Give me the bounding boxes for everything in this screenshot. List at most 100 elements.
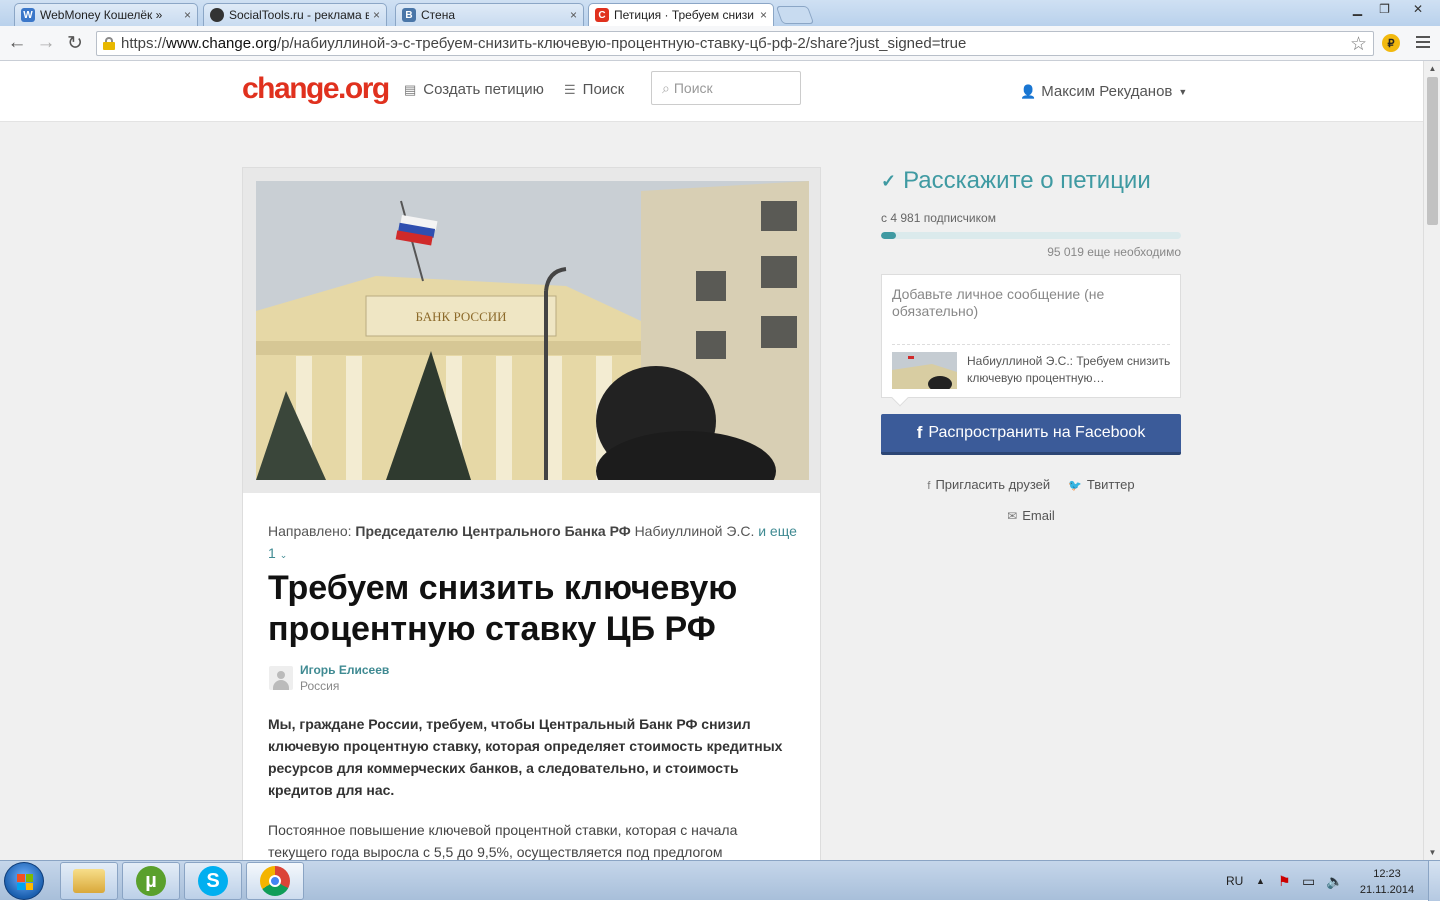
document-icon: ▤ — [404, 81, 417, 97]
search-icon: ⌕ — [662, 79, 670, 96]
directed-prefix: Направлено: — [268, 523, 352, 539]
twitter-link[interactable]: 🐦 Твиттер — [1068, 477, 1134, 492]
browser-tab-strip: W WebMoney Кошелёк » × SocialTools.ru - … — [0, 0, 1440, 26]
tab-label: WebMoney Кошелёк » — [40, 8, 163, 22]
chevron-down-icon: ▼ — [1178, 86, 1188, 97]
restore-icon[interactable]: ❐ — [1371, 0, 1398, 18]
progress-fill — [881, 232, 896, 239]
share-panel: ✓ Расскажите о петиции с 4 981 подписчик… — [881, 167, 1181, 523]
share-facebook-button[interactable]: f Распространить на Facebook — [881, 414, 1181, 455]
browse-label: Поиск — [582, 81, 625, 98]
forward-icon[interactable]: → — [35, 32, 57, 54]
petition-lead: Мы, граждане России, требуем, чтобы Цент… — [268, 716, 783, 798]
language-indicator[interactable]: RU — [1226, 861, 1243, 901]
start-button[interactable] — [4, 862, 44, 900]
share-heading: ✓ Расскажите о петиции — [881, 167, 1181, 195]
extension-ruble-icon[interactable]: ₽ — [1382, 34, 1400, 52]
bookmark-star-icon[interactable]: ☆ — [1350, 33, 1367, 56]
site-header: change.org ▤ Создать петицию ☰ Поиск ⌕ П… — [0, 61, 1423, 122]
browser-menu-icon[interactable] — [1416, 36, 1430, 51]
check-icon: ✓ — [881, 170, 897, 191]
alternative-share-links: f Пригласить друзей 🐦 Твиттер — [881, 477, 1181, 492]
user-menu[interactable]: 👤 Максим Рекуданов ▼ — [1020, 83, 1187, 100]
signature-count: с 4 981 подписчиком — [881, 211, 996, 225]
scroll-up-icon[interactable]: ▲ — [1424, 61, 1440, 76]
reload-icon[interactable]: ↻ — [64, 32, 86, 54]
chevron-down-icon: ⌄ — [279, 550, 288, 560]
address-bar[interactable]: https://www.change.org/p/набиуллиной-э-с… — [96, 31, 1374, 56]
petition-photo: БАНК РОССИИ — [256, 181, 809, 480]
invite-friends-link[interactable]: f Пригласить друзей — [927, 477, 1050, 492]
windows-logo-icon — [17, 874, 33, 890]
vk-icon: В — [402, 8, 416, 22]
taskbar-skype[interactable]: S — [184, 862, 242, 900]
utorrent-icon: µ — [136, 866, 166, 896]
tab-close-icon[interactable]: × — [760, 8, 767, 22]
change-org-icon: C — [595, 8, 609, 22]
email-share-link[interactable]: ✉ Email — [881, 508, 1181, 523]
browse-link[interactable]: ☰ Поиск — [564, 81, 624, 98]
tab-label: SocialTools.ru - реклама в — [229, 8, 369, 22]
clock-time: 12:23 — [1373, 868, 1401, 880]
scroll-down-icon[interactable]: ▼ — [1424, 845, 1440, 860]
create-petition-label: Создать петицию — [423, 81, 544, 98]
photo-frame: БАНК РОССИИ — [243, 168, 820, 493]
network-error-icon[interactable]: ⚑ — [1278, 861, 1291, 901]
folder-icon — [73, 869, 105, 893]
change-org-logo[interactable]: change.org — [242, 72, 390, 106]
webmoney-icon: W — [21, 8, 35, 22]
skype-icon: S — [198, 866, 228, 896]
system-clock[interactable]: 12:23 21.11.2014 — [1352, 866, 1422, 898]
tab-socialtools[interactable]: SocialTools.ru - реклама в × — [203, 3, 387, 26]
chrome-icon — [260, 866, 290, 896]
facebook-icon: f — [916, 423, 923, 442]
show-desktop-button[interactable] — [1428, 861, 1440, 901]
message-placeholder: Добавьте личное сообщение (не обязательн… — [892, 286, 1105, 319]
volume-icon[interactable]: 🔈 — [1326, 861, 1343, 901]
page-scrollbar[interactable]: ▲ ▼ — [1423, 61, 1440, 860]
tab-close-icon[interactable]: × — [373, 8, 380, 22]
twitter-bird-icon: 🐦 — [1068, 480, 1082, 492]
list-icon: ☰ — [564, 81, 576, 97]
scrollbar-thumb[interactable] — [1427, 77, 1438, 225]
search-input[interactable]: ⌕ Поиск — [651, 71, 801, 105]
back-icon[interactable]: ← — [6, 32, 28, 54]
tab-webmoney[interactable]: W WebMoney Кошелёк » × — [14, 3, 198, 26]
petition-body: Постоянное повышение ключевой процентной… — [268, 822, 738, 860]
author-location: Россия — [300, 679, 340, 693]
show-hidden-icons[interactable]: ▲ — [1256, 861, 1265, 901]
taskbar-explorer[interactable] — [60, 862, 118, 900]
page-viewport: change.org ▤ Создать петицию ☰ Поиск ⌕ П… — [0, 61, 1423, 860]
lock-warning-icon[interactable] — [103, 37, 115, 50]
clock-date: 21.11.2014 — [1359, 884, 1415, 896]
tab-petition[interactable]: C Петиция · Требуем снизи × — [588, 3, 774, 26]
petition-preview-thumbnail — [892, 352, 957, 389]
taskbar-chrome[interactable] — [246, 862, 304, 900]
url-text: https://www.change.org/p/набиуллиной-э-с… — [121, 35, 967, 52]
avatar — [269, 666, 293, 690]
author-name-link[interactable]: Игорь Елисеев — [300, 663, 389, 677]
minimize-icon[interactable]: ▁ — [1344, 0, 1371, 18]
tab-close-icon[interactable]: × — [570, 8, 577, 22]
bank-of-russia-illustration: БАНК РОССИИ — [256, 181, 809, 480]
facebook-icon: f — [927, 480, 931, 492]
create-petition-link[interactable]: ▤ Создать петицию — [404, 81, 544, 98]
tab-vk[interactable]: В Стена × — [395, 3, 584, 26]
windows-taskbar: µ S RU ▲ ⚑ ▭ 🔈 12:23 21.11.2014 — [0, 860, 1440, 901]
signature-progress-bar — [881, 232, 1181, 239]
user-icon: 👤 — [1020, 83, 1037, 99]
directed-person: Набиуллиной Э.С. — [634, 523, 755, 539]
action-center-icon[interactable]: ▭ — [1302, 861, 1315, 901]
preview-thumbnail-image — [892, 352, 957, 389]
new-tab-button[interactable] — [775, 6, 815, 24]
close-window-icon[interactable]: ✕ — [1398, 0, 1438, 18]
directed-target: Председателю Центрального Банка РФ — [355, 523, 631, 539]
tab-label: Петиция · Требуем снизи — [614, 8, 754, 22]
callout-notch — [891, 389, 909, 407]
taskbar-utorrent[interactable]: µ — [122, 862, 180, 900]
petition-title: Требуем снизить ключевую процентную став… — [268, 569, 738, 648]
petition-card: БАНК РОССИИ Направлено: Председателю Цен… — [242, 167, 821, 860]
personal-message-field[interactable]: Добавьте личное сообщение (не обязательн… — [881, 274, 1181, 407]
tab-close-icon[interactable]: × — [184, 8, 191, 22]
signatures-needed: 95 019 еще необходимо — [1047, 245, 1181, 259]
